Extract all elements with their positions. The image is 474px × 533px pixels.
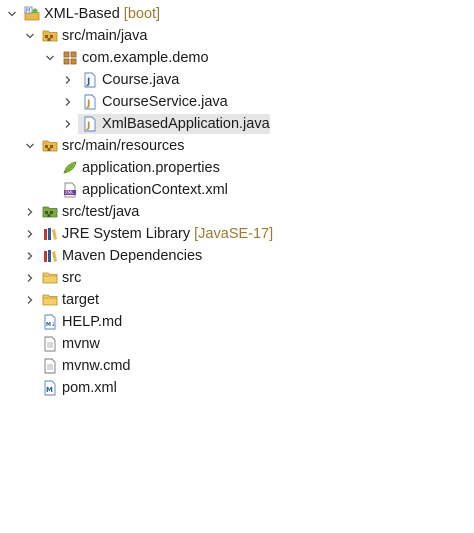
package-label: com.example.demo [82,50,209,66]
folder-icon [42,292,58,308]
chevron-right-icon[interactable] [62,91,74,113]
maven-pom-icon: M [42,380,58,396]
source-folder-icon [42,204,58,220]
properties-file-icon [62,160,78,176]
src-main-java-label: src/main/java [62,28,148,44]
java-file-icon: J [82,94,98,110]
java-file-icon: J [82,72,98,88]
spring-project-icon: M [24,6,40,22]
chevron-right-icon[interactable] [24,201,36,223]
library-icon [42,226,58,242]
xml-based-application-java-label: XmlBasedApplication.java [102,116,270,132]
tree-row-course-service-java[interactable]: J CourseService.java [0,91,474,113]
target-label: target [62,292,100,308]
src-label: src [62,270,82,286]
project-decoration: [boot] [123,6,161,22]
chevron-right-icon[interactable] [24,289,36,311]
chevron-down-icon[interactable] [24,25,36,47]
tree-row-application-context-xml[interactable]: XML applicationContext.xml [0,179,474,201]
text-file-icon [42,336,58,352]
xml-file-icon: XML [62,182,78,198]
course-service-java-label: CourseService.java [102,94,228,110]
svg-text:J: J [86,77,90,87]
jre-label: JRE System Library [62,226,191,242]
chevron-right-icon[interactable] [62,69,74,91]
mvnw-label: mvnw [62,336,100,352]
chevron-right-icon[interactable] [24,223,36,245]
tree-row-src-main-java[interactable]: src/main/java [0,25,474,47]
svg-text:XML: XML [65,190,74,195]
tree-row-pom-xml[interactable]: M pom.xml [0,377,474,399]
chevron-right-icon[interactable] [24,267,36,289]
source-folder-icon [42,28,58,44]
java-file-icon: J [82,116,98,132]
jre-decoration: [JavaSE-17] [194,226,274,242]
folder-icon [42,270,58,286]
tree-row-xml-based-application-java[interactable]: J XmlBasedApplication.java [0,113,474,135]
tree-row-course-java[interactable]: J Course.java [0,69,474,91]
tree-row-mvnw-cmd[interactable]: mvnw.cmd [0,355,474,377]
help-md-label: HELP.md [62,314,123,330]
src-test-java-label: src/test/java [62,204,140,220]
svg-text:M: M [46,386,53,394]
tree-row-package[interactable]: com.example.demo [0,47,474,69]
chevron-down-icon[interactable] [24,135,36,157]
pom-xml-label: pom.xml [62,380,117,396]
tree-row-src[interactable]: src [0,267,474,289]
tree-row-src-main-resources[interactable]: src/main/resources [0,135,474,157]
chevron-down-icon[interactable] [44,47,56,69]
svg-text:J: J [86,99,90,109]
tree-row-maven-dependencies[interactable]: Maven Dependencies [0,245,474,267]
svg-text:M↓: M↓ [46,322,55,328]
application-properties-label: application.properties [82,160,220,176]
project-name: XML-Based [44,6,120,22]
application-context-xml-label: applicationContext.xml [82,182,228,198]
tree-row-jre-system-library[interactable]: JRE System Library [JavaSE-17] [0,223,474,245]
tree-row-target[interactable]: target [0,289,474,311]
library-icon [42,248,58,264]
svg-text:J: J [86,121,90,131]
package-icon [62,50,78,66]
src-main-resources-label: src/main/resources [62,138,185,154]
tree-row-help-md[interactable]: M↓ HELP.md [0,311,474,333]
tree-row-project[interactable]: M XML-Based [boot] [0,3,474,25]
maven-dependencies-label: Maven Dependencies [62,248,203,264]
chevron-right-icon[interactable] [24,245,36,267]
course-java-label: Course.java [102,72,180,88]
package-explorer-tree: M XML-Based [boot] src/main/java com.exa… [0,3,474,399]
markdown-file-icon: M↓ [42,314,58,330]
tree-row-mvnw[interactable]: mvnw [0,333,474,355]
chevron-down-icon[interactable] [6,3,18,25]
mvnw-cmd-label: mvnw.cmd [62,358,131,374]
text-file-icon [42,358,58,374]
tree-row-src-test-java[interactable]: src/test/java [0,201,474,223]
source-folder-icon [42,138,58,154]
chevron-right-icon[interactable] [62,113,74,135]
tree-row-application-properties[interactable]: application.properties [0,157,474,179]
svg-text:M: M [26,8,30,14]
